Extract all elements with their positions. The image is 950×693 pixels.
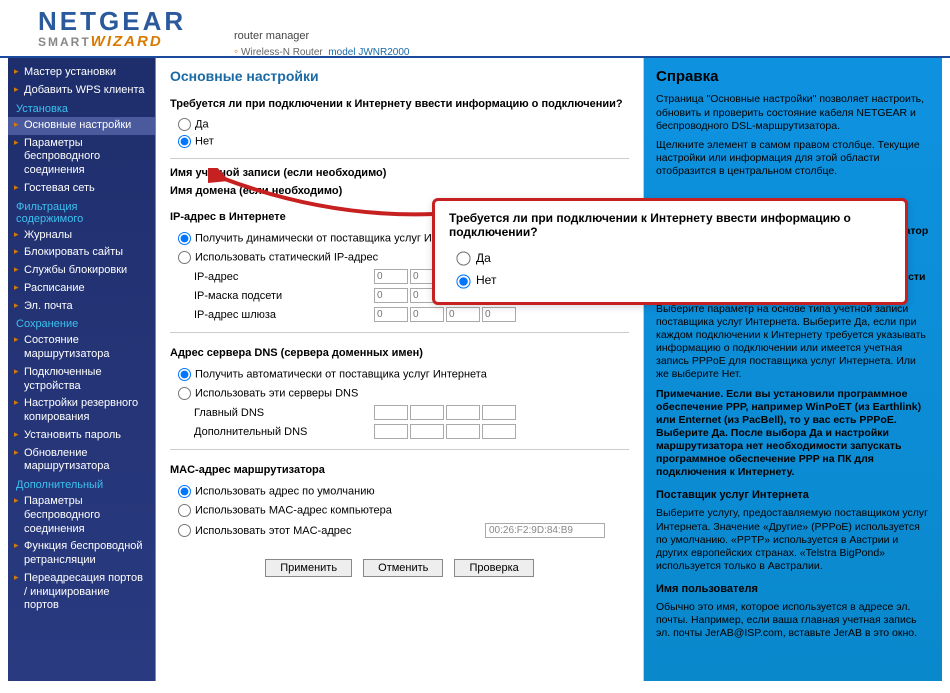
nav-item[interactable]: Параметры беспроводного соединения xyxy=(8,135,155,180)
nav-item[interactable]: Подключенные устройства xyxy=(8,364,155,396)
nav-item[interactable]: Расписание xyxy=(8,280,155,298)
dns-auto-option[interactable]: Получить автоматически от поставщика усл… xyxy=(170,365,629,384)
callout-no[interactable]: Нет xyxy=(449,269,891,291)
test-button[interactable]: Проверка xyxy=(454,559,533,577)
nav-item[interactable]: Состояние маршрутизатора xyxy=(8,332,155,364)
nav-item[interactable]: Мастер установки xyxy=(8,64,155,82)
callout-popup: Требуется ли при подключении к Интернету… xyxy=(432,198,908,305)
nav-item[interactable]: Службы блокировки xyxy=(8,262,155,280)
login-no[interactable]: Нет xyxy=(170,133,629,150)
mac-heading: MAC-адрес маршрутизатора xyxy=(170,464,629,476)
callout-question: Требуется ли при подключении к Интернету… xyxy=(449,211,891,239)
dns-pri-1[interactable] xyxy=(374,405,408,420)
cancel-button[interactable]: Отменить xyxy=(363,559,443,577)
dns-primary-row: Главный DNS xyxy=(170,403,629,422)
nav-item[interactable]: Параметры беспроводного соединения xyxy=(8,493,155,538)
dns-pri-3[interactable] xyxy=(446,405,480,420)
account-name-label: Имя учетной записи (если необходимо) xyxy=(170,167,629,179)
ip-gw-2[interactable] xyxy=(410,307,444,322)
help-title: Справка xyxy=(656,68,930,85)
ip-gw-1[interactable] xyxy=(374,307,408,322)
page-title: Основные настройки xyxy=(170,68,629,84)
sidebar: Мастер установкиДобавить WPS клиентаУста… xyxy=(8,58,156,681)
login-yes[interactable]: Да xyxy=(170,116,629,133)
button-row: Применить Отменить Проверка xyxy=(170,559,629,577)
product-line: router manager ◦ Wireless-N Router model… xyxy=(234,30,409,58)
nav-item[interactable]: Установить пароль xyxy=(8,427,155,445)
nav-item[interactable]: Блокировать сайты xyxy=(8,244,155,262)
logo: NETGEAR xyxy=(38,10,912,33)
nav-section: Дополнительный xyxy=(8,476,155,493)
dns-sec-1[interactable] xyxy=(374,424,408,439)
nav-item[interactable]: Переадресация портов / инициирование пор… xyxy=(8,570,155,615)
domain-name-label: Имя домена (если необходимо) xyxy=(170,185,629,197)
mac-pc-option[interactable]: Использовать MAC-адрес компьютера xyxy=(170,501,629,520)
nav-item[interactable]: Гостевая сеть xyxy=(8,180,155,198)
mac-address-input[interactable] xyxy=(485,523,605,538)
nav-section: Фильтрация содержимого xyxy=(8,198,155,227)
dns-use-option[interactable]: Использовать эти серверы DNS xyxy=(170,384,629,403)
callout-yes[interactable]: Да xyxy=(449,247,891,269)
nav-item[interactable]: Добавить WPS клиента xyxy=(8,82,155,100)
mac-default-option[interactable]: Использовать адрес по умолчанию xyxy=(170,482,629,501)
dns-secondary-row: Дополнительный DNS xyxy=(170,422,629,441)
nav-item[interactable]: Настройки резервного копирования xyxy=(8,395,155,427)
dns-sec-3[interactable] xyxy=(446,424,480,439)
nav-item[interactable]: Эл. почта xyxy=(8,298,155,316)
dns-sec-2[interactable] xyxy=(410,424,444,439)
nav-item[interactable]: Обновление маршрутизатора xyxy=(8,445,155,477)
dns-pri-2[interactable] xyxy=(410,405,444,420)
dns-pri-4[interactable] xyxy=(482,405,516,420)
ip-gateway-row: IP-адрес шлюза xyxy=(170,305,629,324)
nav-section: Установка xyxy=(8,100,155,117)
help-panel: Справка Страница "Основные настройки" по… xyxy=(644,58,942,681)
dns-sec-4[interactable] xyxy=(482,424,516,439)
apply-button[interactable]: Применить xyxy=(265,559,352,577)
ip-mask-1[interactable] xyxy=(374,288,408,303)
nav-item[interactable]: Функция беспроводной ретрансляции xyxy=(8,538,155,570)
nav-item[interactable]: Журналы xyxy=(8,227,155,245)
ip-addr-1[interactable] xyxy=(374,269,408,284)
nav-item[interactable]: Основные настройки xyxy=(8,117,155,135)
nav-section: Сохранение xyxy=(8,315,155,332)
header: NETGEAR SMARTWIZARD router manager ◦ Wir… xyxy=(0,0,950,58)
mac-this-option[interactable]: Использовать этот MAC-адрес xyxy=(170,520,629,541)
ip-gw-3[interactable] xyxy=(446,307,480,322)
dns-heading: Адрес сервера DNS (сервера доменных имен… xyxy=(170,347,629,359)
main-panel: Основные настройки Требуется ли при подк… xyxy=(156,58,644,681)
ip-gw-4[interactable] xyxy=(482,307,516,322)
login-question: Требуется ли при подключении к Интернету… xyxy=(170,98,629,110)
